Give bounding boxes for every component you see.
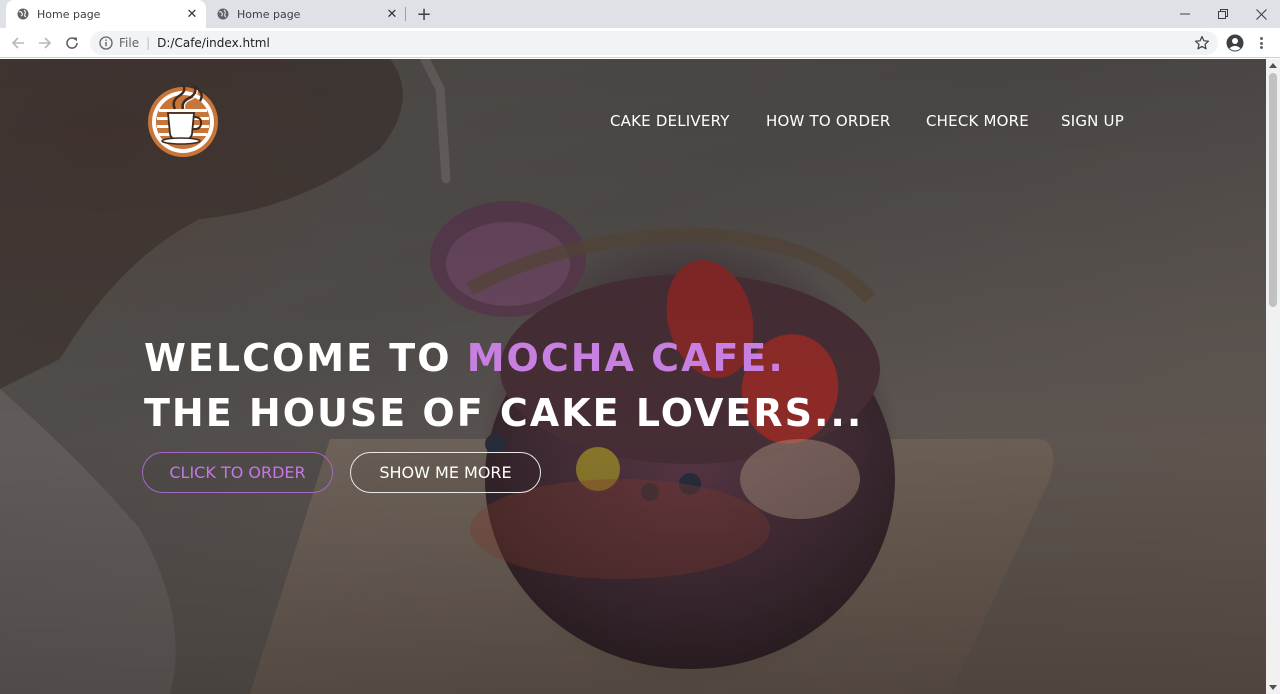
browser-tab-inactive[interactable]: Home page ✕ [206, 0, 406, 28]
tab-separator [405, 7, 406, 21]
page-viewport: CAKE DELIVERY HOW TO ORDER CHECK MORE SI… [0, 59, 1266, 694]
info-icon[interactable] [99, 36, 113, 50]
address-bar[interactable]: File | D:/Cafe/index.html [90, 31, 1218, 55]
scrollbar-thumb[interactable] [1269, 73, 1277, 307]
tab-title: Home page [237, 7, 301, 21]
forward-icon[interactable] [35, 33, 55, 53]
hero-brand-name: MOCHA CAFE. [466, 336, 785, 380]
page-scrollbar[interactable] [1266, 59, 1280, 694]
hero-line2: THE HOUSE OF CAKE LOVERS... [144, 391, 864, 435]
nav-link-sign-up[interactable]: SIGN UP [1061, 112, 1124, 130]
reload-icon[interactable] [62, 33, 82, 53]
scroll-down-arrow-icon[interactable] [1269, 685, 1277, 690]
address-url[interactable]: D:/Cafe/index.html [157, 36, 270, 50]
globe-icon [17, 8, 29, 20]
browser-toolbar: File | D:/Cafe/index.html [0, 28, 1280, 58]
browser-tab-active[interactable]: Home page ✕ [6, 0, 206, 28]
address-divider: | [146, 36, 151, 50]
tab-title: Home page [37, 7, 101, 21]
nav-link-cake-delivery[interactable]: CAKE DELIVERY [610, 112, 730, 130]
tab-close-icon[interactable]: ✕ [184, 6, 200, 22]
browser-menu-icon[interactable] [1254, 34, 1268, 52]
main-navigation: CAKE DELIVERY HOW TO ORDER CHECK MORE SI… [0, 112, 1266, 134]
browser-tab-bar: Home page ✕ Home page ✕ + [0, 0, 1280, 28]
hero-heading: WELCOME TO MOCHA CAFE. THE HOUSE OF CAKE… [144, 331, 863, 441]
hero-line1-prefix: WELCOME TO [144, 336, 467, 380]
scroll-up-arrow-icon[interactable] [1269, 63, 1277, 68]
back-icon[interactable] [8, 33, 28, 53]
address-scheme-label: File [119, 36, 140, 50]
maximize-icon[interactable] [1204, 0, 1242, 28]
nav-link-how-to-order[interactable]: HOW TO ORDER [766, 112, 891, 130]
plus-icon[interactable]: + [414, 4, 434, 25]
profile-avatar-icon[interactable] [1226, 34, 1244, 52]
minimize-icon[interactable] [1166, 0, 1204, 28]
globe-icon [217, 8, 229, 20]
click-to-order-button[interactable]: CLICK TO ORDER [142, 452, 333, 493]
tab-close-icon[interactable]: ✕ [384, 6, 400, 22]
bookmark-star-icon[interactable] [1194, 35, 1210, 51]
close-icon[interactable] [1242, 0, 1280, 28]
show-me-more-button[interactable]: SHOW ME MORE [350, 452, 541, 493]
nav-link-check-more[interactable]: CHECK MORE [926, 112, 1029, 130]
